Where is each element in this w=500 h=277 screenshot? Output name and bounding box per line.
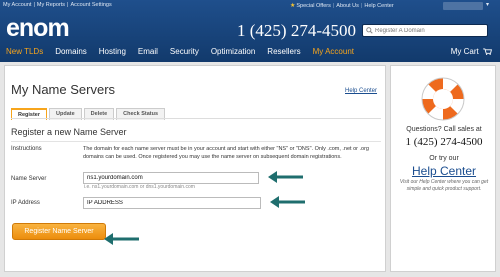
ip-address-label: IP Address (11, 200, 40, 206)
nav-optimization[interactable]: Optimization (205, 42, 261, 62)
nav-new-tlds[interactable]: New TLDs (0, 42, 49, 62)
top-links: My Account | My Reports | Account Settings (3, 2, 112, 8)
cart-label: My Cart (450, 47, 479, 56)
nav-security[interactable]: Security (164, 42, 205, 62)
divider: | (67, 2, 69, 8)
search-icon[interactable] (366, 27, 373, 34)
help-center-link[interactable]: Help Center (345, 88, 377, 94)
divider: | (33, 2, 35, 8)
divider (11, 118, 381, 119)
account-settings-link[interactable]: Account Settings (70, 2, 111, 8)
divider: | (332, 3, 335, 9)
sidebar-try-text: Or try our (429, 155, 459, 162)
nav-my-account[interactable]: My Account (307, 42, 360, 62)
instructions-label: Instructions (11, 146, 42, 152)
nav-domains[interactable]: Domains (49, 42, 93, 62)
arrow-left-icon (268, 171, 303, 183)
my-account-link[interactable]: My Account (3, 2, 31, 8)
domain-search[interactable] (362, 24, 488, 37)
chevron-down-icon[interactable]: ▾ (486, 1, 489, 8)
main-panel: My Name Servers Help Center Register Upd… (4, 65, 386, 272)
main-nav: New TLDs Domains Hosting Email Security … (0, 42, 500, 62)
sidebar-question: Questions? Call sales at (406, 126, 482, 133)
sidebar-phone: 1 (425) 274-4500 (405, 136, 483, 148)
name-server-label: Name Server (11, 176, 47, 182)
name-server-hint: i.e. ns1.yourdomain.com or dns1.yourdoma… (84, 184, 195, 190)
support-sidebar: Questions? Call sales at 1 (425) 274-450… (390, 65, 496, 272)
utility-links: ★Special Offers | About Us | Help Center (290, 2, 394, 9)
enom-logo[interactable]: enom (6, 14, 70, 43)
about-us-link[interactable]: About Us (336, 3, 359, 9)
nav-resellers[interactable]: Resellers (261, 42, 306, 62)
user-menu[interactable] (443, 2, 483, 10)
divider: | (360, 3, 363, 9)
lifebuoy-icon (421, 77, 465, 121)
nav-email[interactable]: Email (132, 42, 164, 62)
site-header: My Account | My Reports | Account Settings ★… (0, 0, 500, 62)
arrow-left-icon (104, 233, 139, 245)
ip-address-input[interactable] (83, 197, 261, 209)
sidebar-description: Visit our Help Center where you can get … (399, 179, 489, 192)
my-reports-link[interactable]: My Reports (37, 2, 65, 8)
section-title: Register a new Name Server (11, 127, 127, 137)
sidebar-help-center-link[interactable]: Help Center (391, 164, 497, 178)
name-server-input[interactable] (83, 172, 259, 184)
cart-link[interactable]: My Cart (451, 42, 492, 62)
arrow-left-icon (270, 196, 305, 208)
divider (11, 141, 381, 142)
special-offers-link[interactable]: Special Offers (296, 3, 330, 9)
help-center-top-link[interactable]: Help Center (364, 3, 393, 9)
star-icon: ★ (290, 3, 296, 9)
instructions-text: The domain for each name server must be … (83, 146, 369, 160)
page-title: My Name Servers (11, 82, 116, 97)
search-input[interactable] (375, 25, 485, 36)
cart-icon (483, 48, 492, 56)
header-phone: 1 (425) 274-4500 (237, 21, 356, 40)
register-name-server-button[interactable]: Register Name Server (12, 223, 106, 240)
nav-hosting[interactable]: Hosting (93, 42, 132, 62)
